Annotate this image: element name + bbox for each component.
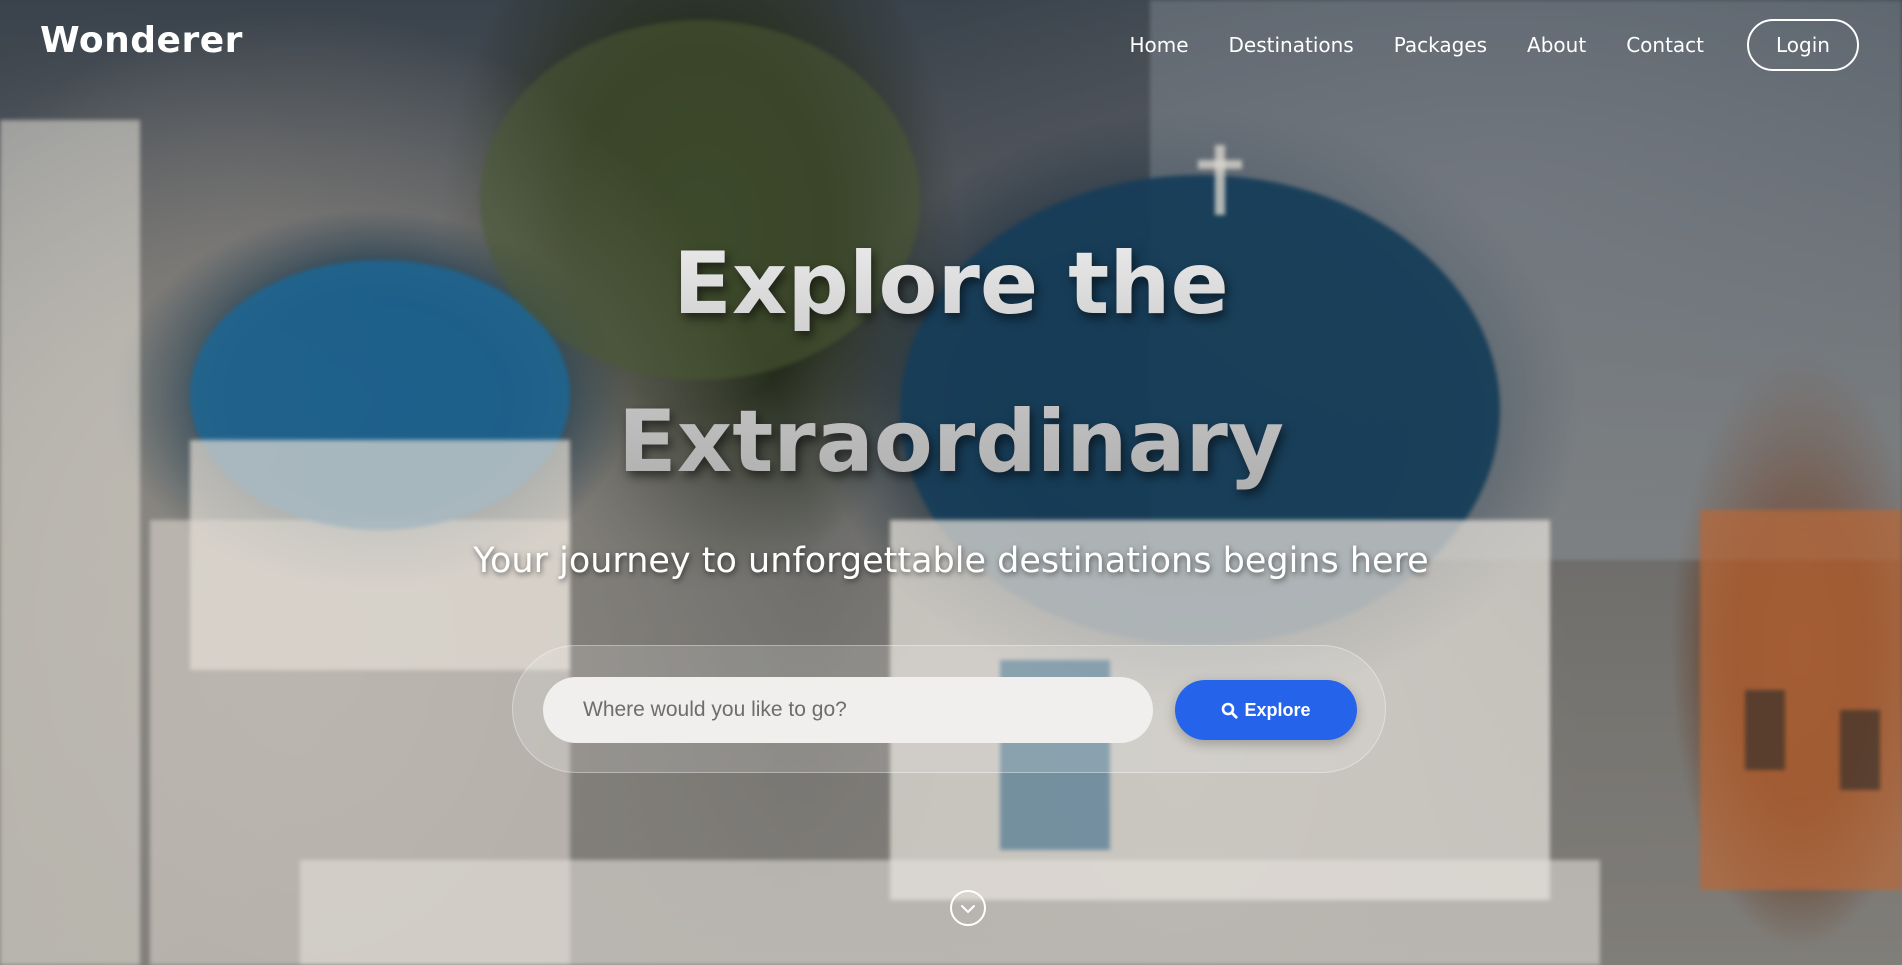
search-icon — [1221, 702, 1239, 719]
hero-section: Wonderer Home Destinations Packages Abou… — [0, 0, 1902, 965]
top-navbar: Wonderer Home Destinations Packages Abou… — [0, 0, 1902, 94]
explore-button[interactable]: Explore — [1175, 680, 1357, 740]
hero-subtitle: Your journey to unforgettable destinatio… — [473, 541, 1429, 581]
nav-link-contact[interactable]: Contact — [1626, 33, 1704, 57]
hero-title-line-1: Explore the — [673, 234, 1229, 334]
explore-button-label: Explore — [1244, 699, 1311, 720]
scroll-down-button[interactable] — [950, 890, 986, 926]
nav-links: Home Destinations Packages About Contact — [1129, 33, 1704, 57]
hero-title-line-2: Extraordinary — [617, 392, 1285, 492]
login-button[interactable]: Login — [1747, 19, 1859, 71]
nav-link-destinations[interactable]: Destinations — [1229, 33, 1354, 57]
chevron-down-icon — [960, 899, 976, 918]
nav-link-home[interactable]: Home — [1129, 33, 1188, 57]
nav-link-about[interactable]: About — [1527, 33, 1586, 57]
destination-search-input[interactable] — [543, 677, 1153, 743]
hero-title: Explore the Extraordinary — [0, 205, 1902, 521]
brand-logo[interactable]: Wonderer — [40, 20, 243, 61]
search-panel: Explore — [512, 645, 1386, 773]
nav-link-packages[interactable]: Packages — [1394, 33, 1487, 57]
